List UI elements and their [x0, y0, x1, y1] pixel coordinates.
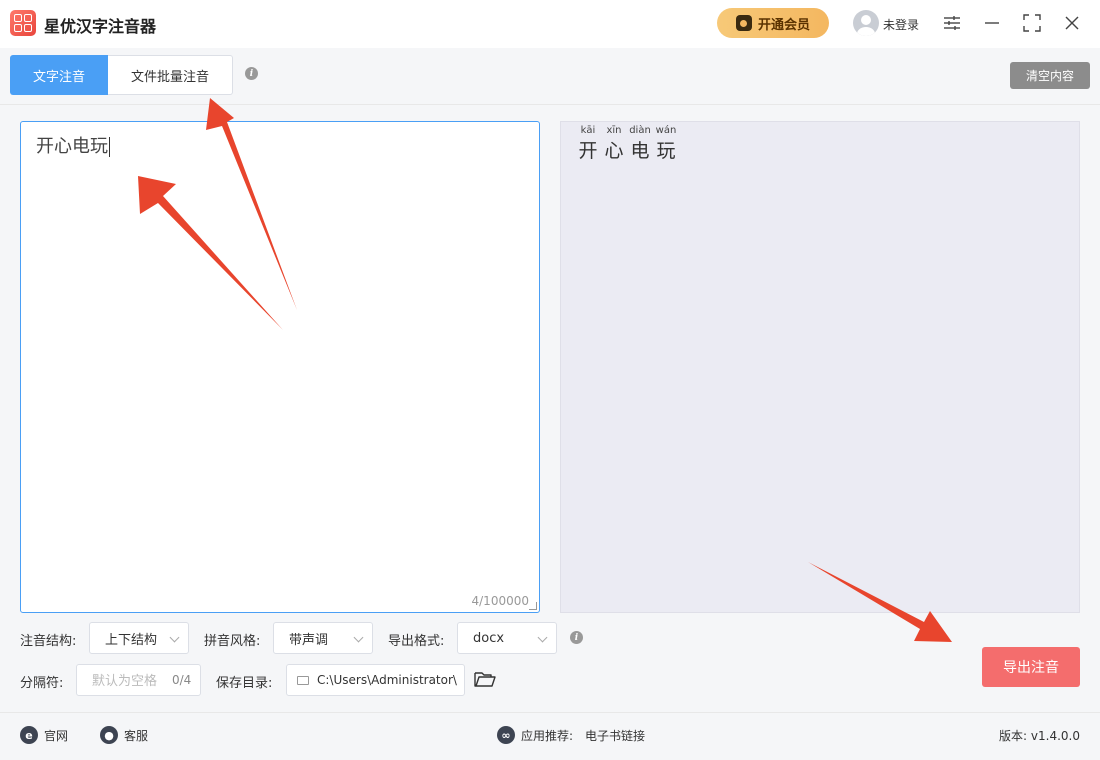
title-bar: 星优汉字注音器 开通会员 未登录 — [0, 0, 1100, 48]
save-dir-path: C:\Users\Administrator\ — [317, 673, 457, 687]
ruby-char: diàn 电 — [628, 125, 652, 163]
text-input-area[interactable]: 开心电玩 4/100000 — [20, 121, 540, 613]
maximize-icon[interactable] — [1021, 12, 1043, 34]
style-select[interactable]: 带声调 — [273, 622, 373, 654]
chevron-down-icon — [353, 632, 364, 643]
tab-batch-annotation[interactable]: 文件批量注音 — [108, 55, 233, 95]
link-icon: ∞ — [497, 726, 515, 744]
settings-icon[interactable] — [941, 12, 963, 34]
recommend-link[interactable]: 电子书链接 — [585, 727, 645, 744]
website-link[interactable]: e 官网 — [20, 726, 68, 744]
website-label: 官网 — [44, 728, 69, 743]
crown-icon — [735, 15, 752, 31]
ruby-row: kāi 开 xīn 心 diàn 电 wán 玩 — [576, 125, 678, 163]
folder-icon — [297, 675, 309, 685]
structure-select[interactable]: 上下结构 — [89, 622, 189, 654]
hanzi-text: 开 — [578, 140, 598, 162]
vip-button-label: 开通会员 — [757, 16, 810, 32]
pinyin-text: diàn — [629, 125, 651, 136]
close-icon[interactable] — [1061, 12, 1083, 34]
style-value: 带声调 — [289, 632, 329, 648]
service-link[interactable]: ● 客服 — [100, 726, 148, 744]
save-dir-field[interactable]: C:\Users\Administrator\ — [286, 664, 465, 696]
avatar[interactable] — [853, 10, 879, 36]
style-label: 拼音风格: — [204, 634, 261, 649]
resize-grip-icon[interactable] — [529, 602, 537, 610]
hanzi-text: 玩 — [656, 140, 676, 162]
structure-label: 注音结构: — [20, 634, 77, 649]
login-status[interactable]: 未登录 — [883, 16, 919, 33]
format-label: 导出格式: — [388, 634, 445, 649]
ruby-char: wán 玩 — [654, 125, 678, 163]
export-button[interactable]: 导出注音 — [982, 647, 1080, 687]
ruby-char: xīn 心 — [602, 125, 626, 163]
pinyin-preview: kāi 开 xīn 心 diàn 电 wán 玩 — [560, 121, 1080, 613]
ruby-char: kāi 开 — [576, 125, 600, 163]
open-folder-icon[interactable] — [474, 670, 496, 690]
input-text[interactable]: 开心电玩 — [36, 132, 110, 158]
chevron-down-icon — [537, 632, 548, 643]
pinyin-text: wán — [655, 125, 677, 136]
divider — [0, 104, 1100, 105]
app-title: 星优汉字注音器 — [44, 17, 157, 36]
service-label: 客服 — [124, 728, 149, 743]
hanzi-text: 电 — [630, 140, 650, 162]
clear-content-button[interactable]: 清空内容 — [1010, 62, 1090, 89]
separator-count: 0/4 — [172, 673, 192, 687]
hanzi-text: 心 — [604, 140, 624, 162]
format-select[interactable]: docx — [457, 622, 557, 654]
structure-value: 上下结构 — [105, 632, 158, 648]
separator-label: 分隔符: — [20, 676, 64, 691]
version-text: 版本: v1.4.0.0 — [999, 729, 1080, 743]
char-count: 4/100000 — [471, 594, 530, 608]
ie-icon: e — [20, 726, 38, 744]
app-logo-icon — [10, 10, 36, 36]
save-dir-label: 保存目录: — [216, 676, 273, 691]
pinyin-text: kāi — [580, 125, 596, 136]
format-value: docx — [473, 630, 505, 646]
text-caret — [109, 137, 110, 157]
tab-text-annotation[interactable]: 文字注音 — [10, 55, 108, 95]
info-icon[interactable]: i — [245, 67, 258, 80]
format-info-icon[interactable]: i — [570, 631, 583, 644]
chat-icon: ● — [100, 726, 118, 744]
pinyin-text: xīn — [606, 125, 622, 136]
vip-button[interactable]: 开通会员 — [717, 8, 829, 38]
recommend-label: 应用推荐: — [521, 728, 574, 743]
chevron-down-icon — [169, 632, 180, 643]
footer-divider — [0, 712, 1100, 713]
recommend-area: ∞ 应用推荐: 电子书链接 — [497, 726, 645, 744]
minimize-icon[interactable] — [981, 12, 1003, 34]
